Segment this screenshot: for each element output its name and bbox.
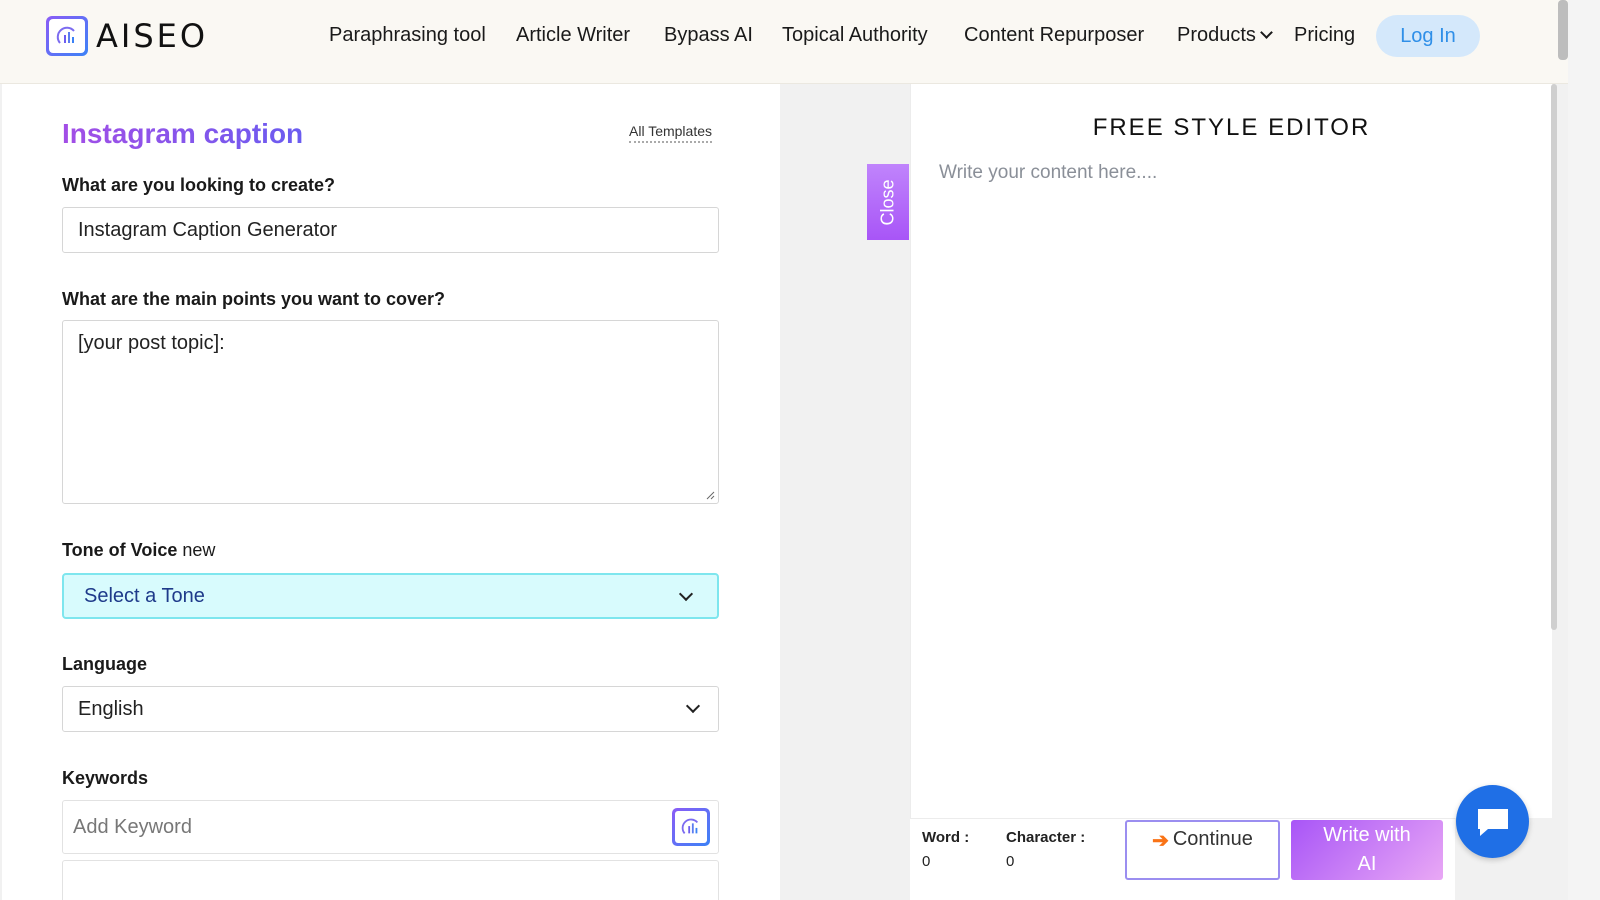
chevron-down-icon	[685, 698, 701, 714]
nav-content-repurposer[interactable]: Content Repurposer	[964, 24, 1144, 47]
nav-products[interactable]: Products	[1177, 24, 1273, 47]
char-count-value: 0	[1006, 853, 1015, 870]
tone-label: Tone of Voice new	[62, 540, 215, 561]
create-question-label: What are you looking to create?	[62, 175, 336, 195]
keyword-suggest-button[interactable]	[672, 808, 710, 846]
word-count-value: 0	[922, 853, 931, 870]
continue-button[interactable]: ➔ Continue	[1125, 820, 1280, 880]
free-style-editor: FREE STYLE EDITOR Write your content her…	[910, 84, 1552, 818]
bar-chart-logo-icon	[675, 811, 707, 843]
write-with-ai-line1: Write with	[1323, 824, 1411, 846]
nav-topical-authority[interactable]: Topical Authority	[782, 24, 928, 47]
keywords-label: Keywords	[62, 768, 149, 788]
tone-select[interactable]: Select a Tone	[62, 573, 719, 619]
bar-chart-logo-icon	[46, 16, 88, 56]
chevron-down-icon	[1260, 26, 1273, 39]
editor-footer: Word : 0 Character : 0 ➔ Continue Write …	[910, 818, 1455, 900]
language-select-value: English	[78, 697, 144, 720]
close-editor-button[interactable]: Close	[867, 164, 909, 240]
tone-select-value: Select a Tone	[84, 584, 205, 607]
write-with-ai-line2: AI	[1357, 853, 1377, 875]
page-scrollbar-track[interactable]	[1568, 0, 1600, 900]
char-count-label: Character :	[1006, 829, 1086, 846]
chat-button[interactable]	[1456, 785, 1529, 858]
chat-bubble-icon	[1477, 808, 1508, 836]
next-field-box[interactable]	[62, 860, 719, 900]
arrow-right-icon: ➔	[1152, 830, 1169, 852]
word-count-label: Word :	[922, 829, 970, 846]
resize-handle-icon[interactable]	[705, 490, 715, 500]
points-text: [your post topic]:	[78, 332, 225, 354]
continue-label: Continue	[1172, 828, 1253, 850]
points-textarea[interactable]: [your post topic]:	[62, 320, 719, 504]
language-select[interactable]: English	[62, 686, 719, 732]
points-question-label: What are the main points you want to cov…	[62, 289, 446, 309]
editor-scrollbar[interactable]	[1551, 84, 1557, 630]
login-button[interactable]: Log In	[1376, 15, 1480, 57]
aiseo-logo[interactable]: AISEO	[46, 16, 208, 56]
template-form-panel: Instagram caption All Templates What are…	[2, 84, 780, 900]
editor-title: FREE STYLE EDITOR	[1092, 114, 1371, 141]
editor-content-area[interactable]: Write your content here....	[939, 162, 1157, 184]
tone-new-badge: new	[182, 540, 216, 560]
nav-pricing[interactable]: Pricing	[1294, 24, 1355, 47]
all-templates-link[interactable]: All Templates	[629, 123, 713, 143]
template-title: Instagram caption	[62, 118, 304, 149]
chevron-down-icon	[678, 586, 694, 602]
language-label: Language	[62, 654, 148, 674]
keyword-input[interactable]: Add Keyword	[62, 800, 719, 854]
page-scrollbar-thumb[interactable]	[1558, 0, 1568, 60]
nav-article-writer[interactable]: Article Writer	[516, 24, 630, 47]
nav-products-label: Products	[1177, 24, 1256, 46]
keyword-placeholder: Add Keyword	[73, 815, 192, 838]
tone-label-text: Tone of Voice	[62, 540, 178, 560]
nav-bypass-ai[interactable]: Bypass AI	[664, 24, 753, 47]
nav-paraphrasing-tool[interactable]: Paraphrasing tool	[329, 24, 486, 47]
brand-name: AISEO	[96, 17, 209, 55]
top-navbar: AISEO Paraphrasing tool Article Writer B…	[0, 0, 1568, 84]
write-with-ai-button[interactable]: Write with AI	[1291, 820, 1443, 880]
close-label: Close	[877, 178, 898, 226]
create-input[interactable]: Instagram Caption Generator	[62, 207, 719, 253]
